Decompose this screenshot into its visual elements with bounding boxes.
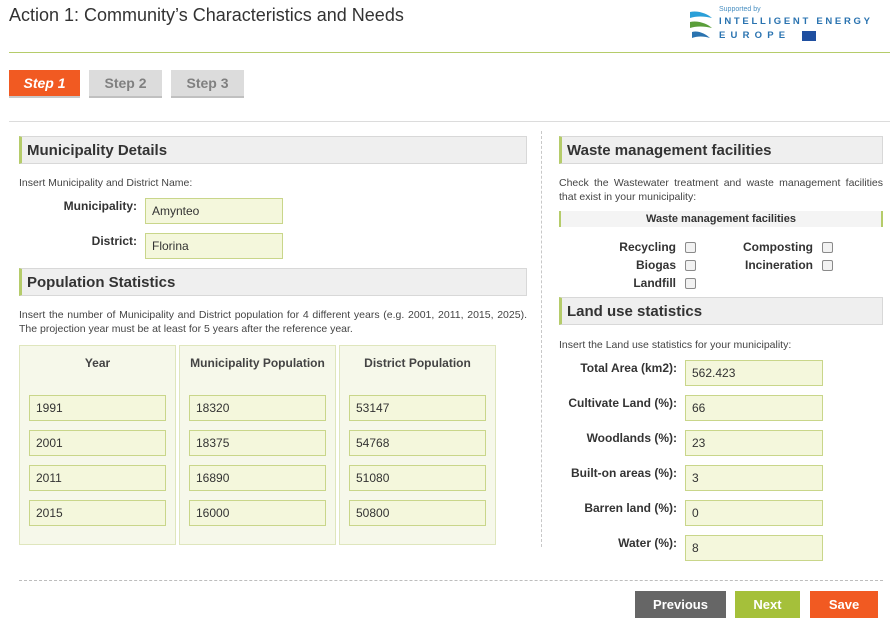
- water-input[interactable]: [685, 535, 823, 561]
- cultivate-land-input[interactable]: [685, 395, 823, 421]
- district-population-input-3[interactable]: [349, 465, 486, 491]
- woodlands-label: Woodlands (%):: [586, 431, 677, 445]
- municipality-label: Municipality:: [63, 199, 137, 213]
- cultivate-land-label: Cultivate Land (%):: [568, 396, 677, 410]
- year-input-3[interactable]: [29, 465, 166, 491]
- tab-step-1[interactable]: Step 1: [9, 70, 80, 98]
- year-column-header: Year: [84, 356, 111, 370]
- district-population-input-4[interactable]: [349, 500, 486, 526]
- total-area-input[interactable]: [685, 360, 823, 386]
- recycling-label: Recycling: [619, 240, 676, 254]
- district-input[interactable]: [145, 233, 283, 259]
- municipality-population-input-4[interactable]: [189, 500, 326, 526]
- eu-flag-icon: [802, 31, 816, 41]
- year-input-2[interactable]: [29, 430, 166, 456]
- logo-line1: INTELLIGENT ENERGY: [719, 16, 873, 27]
- logo-mark-icon: [690, 11, 712, 38]
- save-button[interactable]: Save: [810, 591, 878, 618]
- population-statistics-heading: Population Statistics: [19, 268, 527, 296]
- recycling-checkbox[interactable]: [685, 242, 696, 253]
- district-population-input-1[interactable]: [349, 395, 486, 421]
- water-label: Water (%):: [618, 536, 677, 550]
- tab-step-3[interactable]: Step 3: [171, 70, 244, 98]
- page-title: Action 1: Community’s Characteristics an…: [9, 5, 404, 25]
- built-on-areas-input[interactable]: [685, 465, 823, 491]
- district-population-column-header: District Population: [364, 356, 471, 370]
- woodlands-input[interactable]: [685, 430, 823, 456]
- previous-button[interactable]: Previous: [635, 591, 726, 618]
- barren-land-label: Barren land (%):: [584, 501, 677, 515]
- landfill-checkbox[interactable]: [685, 278, 696, 289]
- landfill-label: Landfill: [633, 276, 676, 290]
- composting-checkbox[interactable]: [822, 242, 833, 253]
- municipality-input[interactable]: [145, 198, 283, 224]
- logo-line2: EUROPE: [719, 30, 791, 41]
- municipality-details-heading: Municipality Details: [19, 136, 527, 164]
- year-input-4[interactable]: [29, 500, 166, 526]
- header-divider: [9, 52, 890, 53]
- district-population-input-2[interactable]: [349, 430, 486, 456]
- population-instruction: Insert the number of Municipality and Di…: [19, 309, 527, 335]
- biogas-checkbox[interactable]: [685, 260, 696, 271]
- logo-supported-by: Supported by: [719, 6, 761, 13]
- land-use-instruction: Insert the Land use statistics for your …: [559, 339, 792, 351]
- district-label: District:: [91, 234, 137, 248]
- barren-land-input[interactable]: [685, 500, 823, 526]
- year-input-1[interactable]: [29, 395, 166, 421]
- column-divider: [541, 131, 542, 547]
- composting-label: Composting: [743, 240, 813, 254]
- incineration-checkbox[interactable]: [822, 260, 833, 271]
- municipality-population-input-3[interactable]: [189, 465, 326, 491]
- municipality-population-column-header: Municipality Population: [190, 356, 325, 370]
- next-button[interactable]: Next: [735, 591, 800, 618]
- biogas-label: Biogas: [635, 258, 676, 272]
- municipality-population-input-1[interactable]: [189, 395, 326, 421]
- built-on-areas-label: Built-on areas (%):: [570, 466, 677, 480]
- municipality-instruction: Insert Municipality and District Name:: [19, 177, 193, 189]
- municipality-population-input-2[interactable]: [189, 430, 326, 456]
- waste-facilities-subheading: Waste management facilities: [559, 211, 883, 227]
- waste-instruction: Check the Wastewater treatment and waste…: [559, 177, 883, 203]
- footer-divider: [19, 580, 883, 581]
- waste-management-heading: Waste management facilities: [559, 136, 883, 164]
- content-divider: [9, 121, 890, 122]
- incineration-label: Incineration: [744, 258, 813, 272]
- tab-step-2[interactable]: Step 2: [89, 70, 162, 98]
- land-use-heading: Land use statistics: [559, 297, 883, 325]
- intelligent-energy-europe-logo: Supported by INTELLIGENT ENERGY EUROPE: [688, 4, 886, 44]
- total-area-label: Total Area (km2):: [580, 361, 677, 375]
